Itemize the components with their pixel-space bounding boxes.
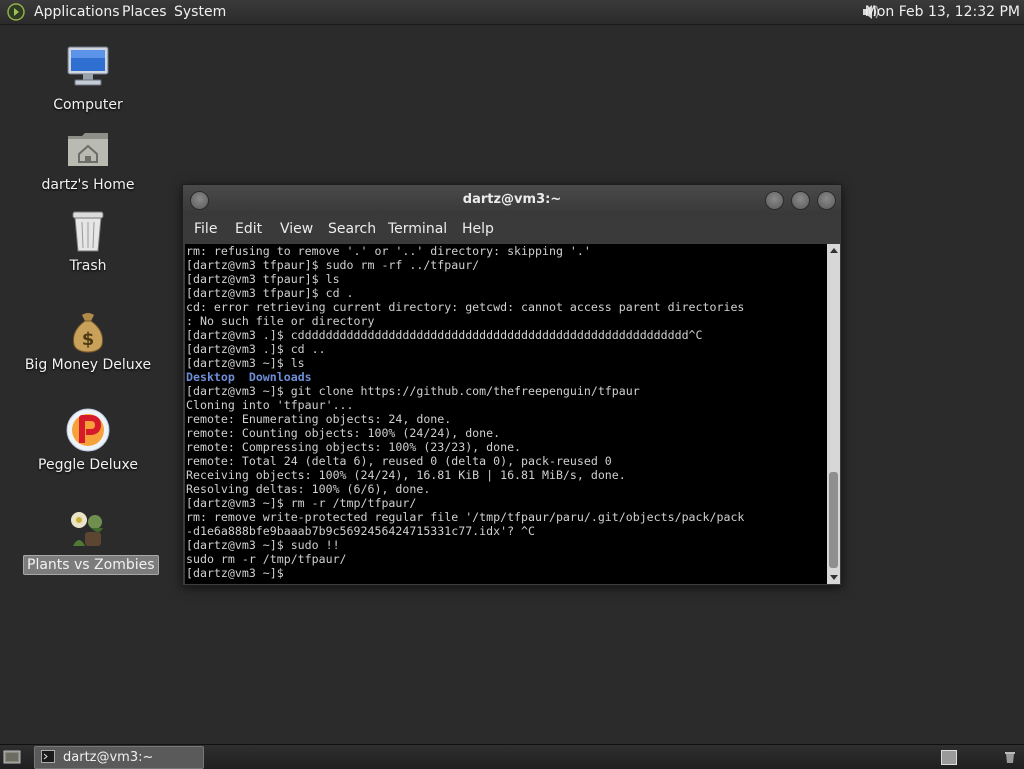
scroll-down-arrow-icon[interactable] [830,575,838,580]
terminal-icon [41,750,55,763]
window-title: dartz@vm3:~ [462,192,562,207]
home-folder-icon [68,133,108,166]
desktop-icon-label: Big Money Deluxe [24,357,152,373]
taskbar-item-label: dartz@vm3:~ [63,750,154,765]
desktop-icon-plants-vs-zombies[interactable]: Plants vs Zombies [23,506,159,578]
desktop-icon-label: dartz's Home [41,177,135,193]
computer-icon [67,46,109,86]
maximize-button[interactable] [791,191,810,210]
terminal-line: [dartz@vm3 ~]$ [186,566,291,580]
terminal-line: : No such file or directory [186,314,375,328]
menu-search[interactable]: Search [328,221,376,237]
terminal-line: remote: Enumerating objects: 24, done. [186,412,452,426]
taskbar-item-terminal[interactable]: dartz@vm3:~ [34,746,204,769]
close-button[interactable] [817,191,836,210]
menu-help[interactable]: Help [462,221,494,237]
terminal-line: Receiving objects: 100% (24/24), 16.81 K… [186,468,626,482]
terminal-line: [dartz@vm3 ~]$ git clone https://github.… [186,384,640,398]
directory-entry: Downloads [248,370,312,384]
clock[interactable]: Mon Feb 13, 12:32 PM [865,4,1020,20]
terminal-line: remote: Compressing objects: 100% (23/23… [186,440,522,454]
terminal-line: [dartz@vm3 ~]$ sudo !! [186,538,340,552]
show-desktop-icon[interactable] [3,749,21,765]
terminal-window[interactable]: dartz@vm3:~ File Edit View Search Termin… [182,184,842,586]
trash-icon[interactable] [1003,750,1017,764]
minimize-button[interactable] [765,191,784,210]
terminal-line: sudo rm -r /tmp/tfpaur/ [186,552,347,566]
applications-menu[interactable]: Applications [34,4,120,20]
bottom-panel: dartz@vm3:~ [0,744,1024,769]
menu-view[interactable]: View [280,221,313,237]
terminal-line: remote: Counting objects: 100% (24/24), … [186,426,501,440]
terminal-line: [dartz@vm3 ~]$ rm -r /tmp/tfpaur/ [186,496,417,510]
desktop-icon-label: Trash [69,258,107,274]
terminal-line: rm: refusing to remove '.' or '..' direc… [186,244,591,258]
workspace-switcher[interactable] [941,750,957,765]
svg-text:$: $ [82,329,95,350]
terminal-menubar: File Edit View Search Terminal Help [183,215,841,243]
directory-entry: Desktop [186,370,235,384]
menu-file[interactable]: File [194,221,217,237]
terminal-titlebar[interactable]: dartz@vm3:~ [183,185,841,215]
plants-vs-zombies-icon [71,512,103,546]
system-menu[interactable]: System [174,4,226,20]
menu-edit[interactable]: Edit [235,221,262,237]
desktop-icon-peggle[interactable]: Peggle Deluxe [23,407,153,479]
desktop-icon-label: Plants vs Zombies [23,555,159,575]
terminal-scrollbar[interactable] [827,244,840,584]
terminal-line: cd: error retrieving current directory: … [186,300,745,314]
desktop-icon-trash[interactable]: Trash [23,208,153,280]
terminal-line: [dartz@vm3 tfpaur]$ ls [186,272,340,286]
terminal-line: Cloning into 'tfpaur'... [186,398,354,412]
desktop-icon-label: Computer [53,97,123,113]
terminal-line: Desktop Downloads [185,370,827,384]
desktop-icon-big-money[interactable]: $ Big Money Deluxe [23,309,153,381]
peggle-icon [66,408,110,452]
scroll-up-arrow-icon[interactable] [830,248,838,253]
scrollbar-thumb[interactable] [829,472,838,568]
desktop-icon-computer[interactable]: Computer [23,44,153,119]
desktop-icon-label: Peggle Deluxe [38,457,138,473]
terminal-line: rm: remove write-protected regular file … [186,510,745,524]
window-menu-button[interactable] [190,191,209,210]
desktop-icon-home[interactable]: dartz's Home [23,126,153,201]
top-panel: Applications Places System Mon Feb 13, 1… [0,0,1024,25]
terminal-line: [dartz@vm3 .]$ cdddddddddddddddddddddddd… [186,328,703,342]
applications-menu-icon[interactable] [7,3,25,21]
terminal-line: Resolving deltas: 100% (6/6), done. [186,482,431,496]
money-bag-icon: $ [73,313,103,353]
terminal-output[interactable]: rm: refusing to remove '.' or '..' direc… [185,244,827,584]
places-menu[interactable]: Places [122,4,167,20]
trash-icon [72,211,104,252]
menu-terminal[interactable]: Terminal [388,221,447,237]
terminal-line: [dartz@vm3 ~]$ ls [186,356,305,370]
terminal-line: remote: Total 24 (delta 6), reused 0 (de… [186,454,612,468]
terminal-line: [dartz@vm3 .]$ cd .. [186,342,326,356]
terminal-line: [dartz@vm3 tfpaur]$ cd . [186,286,354,300]
terminal-line: [dartz@vm3 tfpaur]$ sudo rm -rf ../tfpau… [186,258,480,272]
terminal-line: -d1e6a888bfe9baaab7b9c5692456424715331c7… [186,524,536,538]
